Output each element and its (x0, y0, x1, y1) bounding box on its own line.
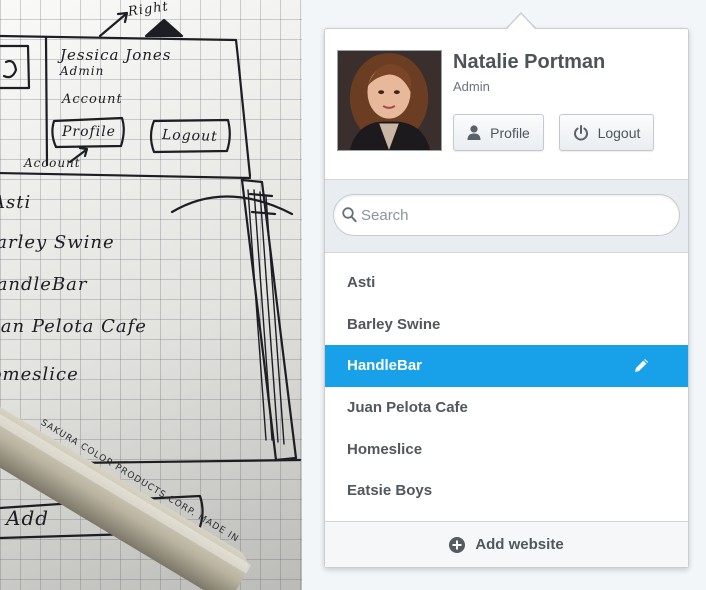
sketch-text-item-1: Asti (0, 192, 32, 213)
site-item-asti[interactable]: Asti (325, 262, 688, 304)
site-item-label: Juan Pelota Cafe (347, 399, 468, 417)
profile-button-label: Profile (490, 124, 530, 141)
popover-caret-inner (507, 14, 535, 29)
site-item-eatsie-boys[interactable]: Eatsie Boys (325, 470, 688, 512)
pencil-icon[interactable] (633, 357, 650, 374)
site-item-handlebar[interactable]: HandleBar (325, 345, 688, 387)
add-website-button[interactable]: Add website (325, 521, 688, 567)
add-website-label: Add website (475, 536, 564, 553)
profile-header: Natalie Portman Admin Profile Logout (325, 29, 688, 179)
plus-circle-icon (449, 536, 466, 553)
search-bar (325, 179, 688, 253)
website-list: Asti Barley Swine HandleBar Juan Pelota … (325, 262, 688, 512)
site-item-label: Asti (347, 274, 376, 292)
sketch-text-profile: Profile (62, 124, 116, 140)
power-icon (573, 124, 588, 140)
sketch-text-account-note: Account (24, 156, 81, 170)
sketch-text-item-4: Juan Pelota Cafe (0, 316, 147, 337)
site-item-juan-pelota-cafe[interactable]: Juan Pelota Cafe (325, 387, 688, 429)
site-item-label: HandleBar (347, 357, 423, 375)
pen-icon (0, 400, 252, 590)
user-role: Admin (453, 79, 490, 94)
person-icon (467, 125, 481, 140)
logout-button[interactable]: Logout (559, 114, 654, 151)
sketch-text-account: Account (62, 92, 123, 107)
sketch-text-name: Jessica Jones (60, 46, 172, 64)
user-name: Natalie Portman (453, 51, 606, 73)
site-item-label: Eatsie Boys (347, 482, 433, 500)
avatar (337, 50, 442, 151)
sketch-photo: Right Jessica Jones Admin Account Profil… (0, 0, 302, 590)
account-popover: Natalie Portman Admin Profile Logout Sea… (324, 28, 689, 568)
site-item-label: Barley Swine (347, 315, 441, 333)
sketch-text-item-5: Homeslice (0, 364, 79, 385)
logout-button-label: Logout (597, 124, 641, 141)
site-item-barley-swine[interactable]: Barley Swine (325, 304, 688, 346)
search-icon (342, 207, 357, 223)
search-input[interactable] (361, 195, 661, 235)
sketch-text-item-3: HandleBar (0, 274, 88, 295)
user-photo-icon (338, 51, 441, 150)
site-item-label: Homeslice (347, 440, 423, 458)
sketch-drawing (0, 11, 302, 590)
sketch-text-item-2: Barley Swine (0, 232, 115, 253)
sketch-text-logout: Logout (161, 127, 219, 145)
search-box[interactable] (333, 194, 680, 236)
site-item-homeslice[interactable]: Homeslice (325, 428, 688, 470)
sketch-text-role: Admin (60, 64, 105, 78)
sketch-text-add: Add (6, 506, 50, 530)
profile-button[interactable]: Profile (453, 114, 544, 151)
